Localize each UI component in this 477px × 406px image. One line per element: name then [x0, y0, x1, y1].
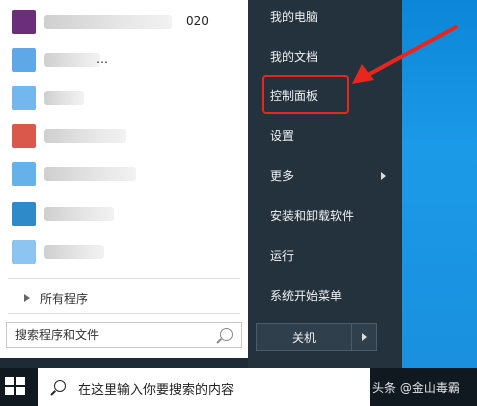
menu-item-label: 安装和卸载软件 — [270, 209, 355, 223]
menu-item-label: 更多 — [270, 169, 295, 183]
program-icon — [12, 10, 36, 34]
program-item[interactable] — [0, 196, 248, 232]
program-icon — [12, 240, 36, 264]
taskbar: 在这里输入你要搜索的内容 头条 @金山毒霸 — [0, 368, 477, 406]
shutdown-button[interactable]: 关机 — [257, 324, 352, 350]
blurred-program-name — [44, 91, 84, 105]
program-icon — [12, 86, 36, 110]
menu-item[interactable]: 设置 — [262, 122, 392, 150]
shutdown-button-group: 关机 — [256, 323, 377, 351]
blurred-program-name — [44, 245, 104, 259]
red-arrow-icon — [352, 25, 458, 84]
blurred-program-name — [44, 15, 172, 29]
program-item[interactable]: … — [0, 42, 248, 78]
watermark-text: 头条 @金山毒霸 — [372, 381, 460, 395]
program-item[interactable] — [0, 80, 248, 116]
chevron-right-icon — [361, 333, 367, 341]
menu-item-label: 我的文档 — [270, 50, 319, 64]
program-search-input[interactable] — [15, 326, 205, 344]
menu-item-label: 设置 — [270, 129, 295, 143]
menu-item[interactable]: 系统开始菜单 — [262, 282, 392, 310]
shutdown-options-button[interactable] — [352, 324, 376, 350]
menu-item[interactable]: 更多 — [262, 162, 392, 190]
blurred-program-name — [44, 167, 136, 181]
menu-item[interactable]: 运行 — [262, 242, 392, 270]
search-icon — [54, 380, 66, 392]
program-icon — [12, 48, 36, 72]
all-programs-label: 所有程序 — [40, 291, 89, 306]
blurred-program-name — [44, 53, 100, 67]
program-name-suffix: 020 — [186, 14, 209, 28]
blurred-program-name — [44, 129, 126, 143]
program-icon — [12, 202, 36, 226]
highlight-box — [262, 75, 349, 114]
program-search-box[interactable] — [6, 322, 242, 348]
divider — [8, 278, 240, 279]
all-programs-link[interactable]: 所有程序 — [8, 287, 240, 309]
blurred-program-name — [44, 207, 114, 221]
taskbar-search-box[interactable]: 在这里输入你要搜索的内容 — [38, 368, 370, 406]
menu-item-label: 运行 — [270, 249, 295, 263]
program-icon — [12, 124, 36, 148]
chevron-right-icon — [381, 172, 386, 180]
program-item[interactable] — [0, 118, 248, 154]
start-button[interactable] — [0, 368, 36, 406]
search-icon[interactable] — [220, 328, 233, 341]
program-item[interactable] — [0, 156, 248, 192]
program-item[interactable]: 020 — [0, 4, 248, 40]
menu-item-label: 我的电脑 — [270, 10, 319, 24]
menu-item[interactable]: 安装和卸载软件 — [262, 202, 392, 230]
windows-logo-icon — [5, 377, 27, 397]
divider — [8, 313, 240, 314]
menu-item-label: 系统开始菜单 — [270, 289, 343, 303]
program-name-suffix: … — [96, 52, 108, 66]
taskbar-search-text: 在这里输入你要搜索的内容 — [78, 383, 235, 398]
program-list-pane: 020 … 所有程序 — [0, 0, 248, 358]
program-icon — [12, 162, 36, 186]
program-item[interactable] — [0, 234, 248, 270]
triangle-right-icon — [24, 294, 30, 302]
